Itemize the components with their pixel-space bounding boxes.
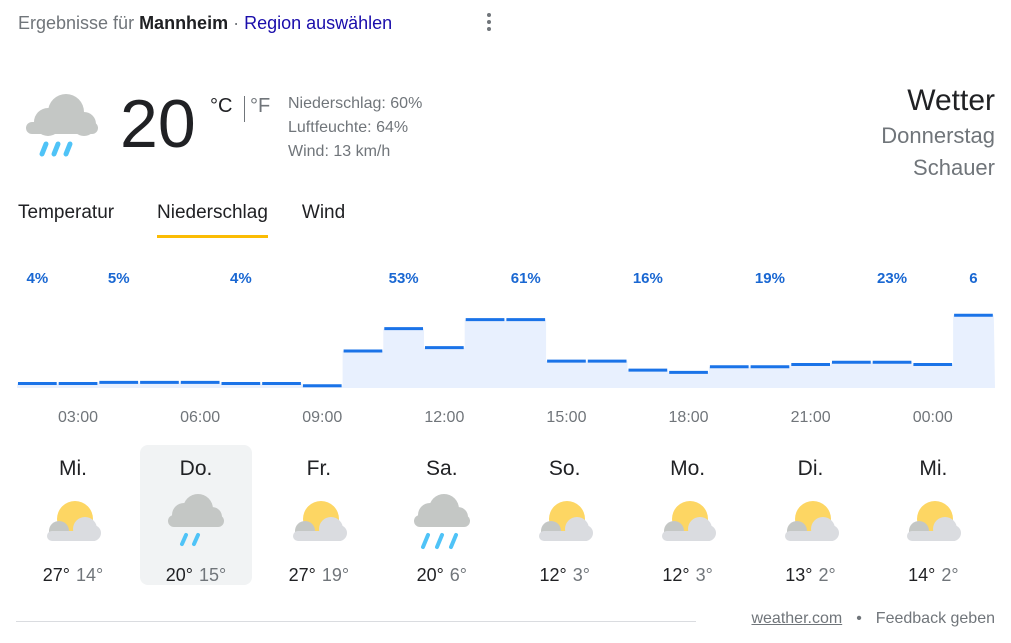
- footer-bullet: •: [856, 610, 862, 627]
- partly-cloudy-icon: [292, 501, 347, 541]
- forecast-temps: 12° 3°: [509, 563, 621, 587]
- precipitation-value-label: 61%: [511, 270, 541, 287]
- forecast-day[interactable]: Mi. 14° 2°: [877, 445, 989, 585]
- precipitation-value-label: 4%: [230, 270, 252, 287]
- precipitation-value-label: 53%: [389, 270, 419, 287]
- precipitation-value-label: 23%: [877, 270, 907, 287]
- precipitation-value-label: 5%: [108, 270, 130, 287]
- forecast-day-name: Fr.: [306, 457, 332, 480]
- city-name: Mannheim: [139, 12, 229, 33]
- precipitation-chart-svg: 4% 5% 4% 53% 61% 16% 19% 23% 6 03:00 06:00 09:00 12:…: [17, 270, 995, 426]
- footer: weather.com • Feedback geben: [751, 610, 995, 628]
- forecast-high: 20°: [416, 565, 444, 585]
- forecast-high: 27°: [42, 565, 70, 585]
- forecast-day[interactable]: Mi. 27° 14°: [17, 445, 129, 585]
- forecast-low: 6°: [449, 565, 468, 585]
- x-tick-label: 12:00: [424, 409, 464, 426]
- choose-region-link[interactable]: Region auswählen: [244, 13, 392, 34]
- precipitation-value-label: 4%: [27, 270, 49, 287]
- forecast-day[interactable]: Sa. 20° 6°: [386, 445, 498, 585]
- footer-divider: [16, 621, 696, 622]
- weather-header: Wetter Donnerstag Schauer: [881, 82, 995, 184]
- forecast-day[interactable]: Do. 20° 15°: [140, 445, 252, 585]
- forecast-day-name: Sa.: [426, 457, 458, 480]
- forecast-day-name: Mi.: [919, 457, 948, 480]
- partly-cloudy-icon: [784, 501, 839, 541]
- forecast-day-name: Di.: [797, 457, 824, 480]
- precipitation-info: Niederschlag: 60%: [288, 95, 423, 112]
- forecast-temps: 27° 14°: [17, 563, 129, 587]
- x-tick-label: 03:00: [58, 409, 98, 426]
- chart-tabs: Temperatur Niederschlag Wind: [18, 198, 345, 240]
- fahrenheit-toggle[interactable]: °F: [250, 95, 270, 118]
- forecast-low: 2°: [818, 565, 836, 585]
- forecast-high: 13°: [785, 565, 813, 585]
- x-tick-label: 00:00: [913, 409, 953, 426]
- daily-forecast: Mi. 27° 14° Do. 20° 15° Fr. 27° 19° Sa. 20° 6° So. 12…: [16, 445, 1001, 585]
- heavy-rain-icon: [413, 494, 470, 549]
- tab-temperature[interactable]: Temperatur: [18, 198, 134, 238]
- unit-divider: [244, 96, 245, 122]
- forecast-temps: 13° 2°: [755, 563, 867, 587]
- partly-cloudy-icon: [661, 501, 716, 541]
- x-tick-label: 09:00: [302, 409, 342, 426]
- weather-title: Wetter: [907, 84, 995, 117]
- weather-day: Donnerstag: [881, 123, 995, 148]
- x-tick-label: 18:00: [669, 409, 709, 426]
- x-tick-label: 06:00: [180, 409, 220, 426]
- precipitation-value-label: 16%: [633, 270, 663, 287]
- partly-cloudy-icon: [538, 501, 593, 541]
- forecast-temps: 27° 19°: [263, 563, 375, 587]
- forecast-high: 14°: [908, 565, 936, 585]
- separator-dot: ·: [233, 12, 240, 33]
- weather-details: Niederschlag: 60% Luftfeuchte: 64% Wind:…: [288, 92, 422, 164]
- source-link[interactable]: weather.com: [751, 610, 842, 627]
- celsius-toggle[interactable]: °C: [210, 95, 232, 118]
- forecast-low: 14°: [76, 565, 104, 585]
- precipitation-area: [17, 315, 995, 388]
- forecast-low: 2°: [941, 565, 959, 585]
- partly-cloudy-icon: [907, 501, 962, 541]
- forecast-temps: 14° 2°: [877, 563, 989, 587]
- results-bar: Ergebnisse für Mannheim · Region auswähl…: [18, 10, 392, 36]
- forecast-high: 12°: [662, 565, 690, 585]
- forecast-low: 3°: [572, 565, 590, 585]
- rain-cloud-icon: [26, 94, 98, 157]
- precipitation-value-label: 19%: [755, 270, 785, 287]
- forecast-day[interactable]: Mo. 12° 3°: [632, 445, 744, 585]
- current-temperature: 20: [120, 86, 196, 162]
- forecast-low: 15°: [199, 565, 227, 585]
- tab-precipitation[interactable]: Niederschlag: [157, 198, 268, 238]
- partly-cloudy-icon: [47, 501, 101, 541]
- forecast-day[interactable]: So. 12° 3°: [509, 445, 621, 585]
- rain-cloud-icon: [168, 494, 224, 546]
- forecast-day-name: Mi.: [59, 457, 87, 480]
- more-options-icon[interactable]: [478, 8, 500, 36]
- forecast-day-name: Mo.: [670, 457, 706, 480]
- forecast-temps: 20° 15°: [140, 563, 252, 587]
- humidity-info: Luftfeuchte: 64%: [288, 119, 409, 136]
- weather-condition: Schauer: [913, 155, 995, 180]
- forecast-low: 19°: [321, 565, 350, 585]
- forecast-temps: 12° 3°: [632, 563, 744, 587]
- forecast-day-name: So.: [548, 457, 581, 480]
- feedback-link[interactable]: Feedback geben: [876, 610, 995, 627]
- precipitation-chart: 4% 5% 4% 53% 61% 16% 19% 23% 6 03:00 06:00 09:00 12:…: [0, 255, 1011, 435]
- forecast-low: 3°: [695, 565, 713, 585]
- forecast-high: 27°: [288, 565, 316, 585]
- tab-wind[interactable]: Wind: [302, 198, 345, 238]
- x-tick-label: 15:00: [546, 409, 586, 426]
- x-tick-label: 21:00: [791, 409, 831, 426]
- forecast-high: 12°: [539, 565, 567, 585]
- wind-info: Wind: 13 km/h: [288, 143, 391, 160]
- forecast-day[interactable]: Fr. 27° 19°: [263, 445, 375, 585]
- forecast-day-name: Do.: [179, 457, 213, 480]
- forecast-high: 20°: [165, 565, 193, 585]
- forecast-temps: 20° 6°: [386, 563, 498, 587]
- results-for-label: Ergebnisse für: [18, 12, 135, 33]
- precipitation-value-label: 6: [969, 270, 977, 287]
- forecast-day[interactable]: Di. 13° 2°: [755, 445, 867, 585]
